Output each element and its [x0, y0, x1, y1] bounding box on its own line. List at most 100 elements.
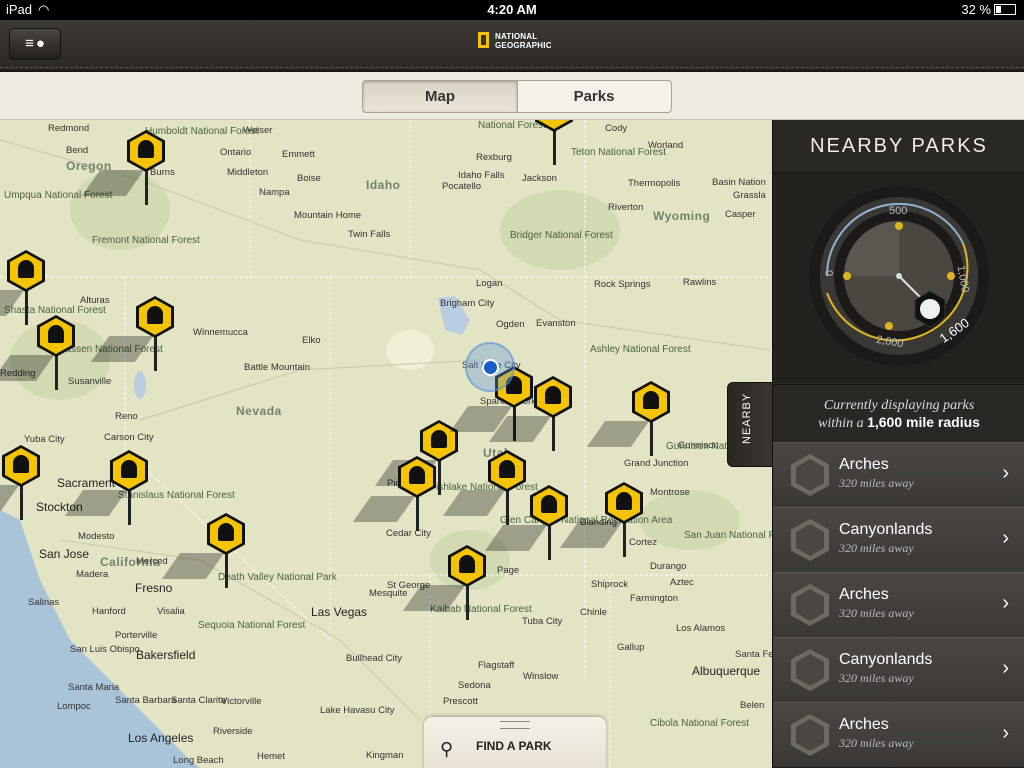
city-label: Boise — [297, 173, 321, 184]
nearby-toggle-tab[interactable]: NEARBY — [727, 382, 775, 467]
park-name: Arches — [839, 716, 889, 733]
city-label: Casper — [725, 209, 756, 220]
park-name: Arches — [839, 586, 889, 603]
city-label: Farmington — [630, 593, 679, 604]
city-label: Fresno — [135, 581, 173, 595]
city-label: Yuba City — [24, 434, 65, 445]
tab-map[interactable]: Map — [363, 81, 518, 112]
park-pin[interactable] — [81, 130, 171, 205]
city-label: Santa Barbara — [115, 695, 177, 706]
menu-icon: ≡ — [25, 35, 34, 52]
find-a-park-button[interactable]: ⚲ FIND A PARK — [424, 717, 606, 768]
radius-description: Currently displaying parks within a 1,60… — [773, 384, 1024, 442]
logo-text-1: NATIONAL — [495, 32, 538, 41]
city-label: San Luis Obispo — [70, 644, 140, 655]
city-label: Twin Falls — [348, 229, 391, 240]
city-label: Merced — [136, 556, 168, 567]
panel-title: NEARBY PARKS — [773, 120, 1024, 173]
park-pin[interactable] — [161, 513, 251, 588]
radius-dial[interactable]: 500 0 1,000 2,000 1,600 — [773, 173, 1024, 383]
current-location-indicator — [465, 342, 515, 392]
nearby-tab-label: NEARBY — [741, 392, 753, 444]
city-label: Los Angeles — [128, 731, 194, 745]
city-label: Riverside — [213, 726, 253, 737]
city-label: Emmett — [282, 149, 315, 160]
park-pin[interactable] — [0, 250, 51, 325]
radius-value: 1,600 mile radius — [867, 414, 980, 430]
city-label: Santa Maria — [68, 682, 120, 693]
chevron-right-icon: › — [1002, 462, 1009, 484]
park-pin[interactable] — [0, 315, 81, 390]
nearby-park-row[interactable]: Canyonlands 320 miles away › — [773, 637, 1024, 703]
city-label: Middleton — [227, 167, 269, 178]
city-label: Visalia — [157, 606, 185, 617]
chevron-right-icon: › — [1002, 722, 1009, 744]
state-label: Nevada — [236, 404, 282, 418]
park-area-label: Cibola National Forest — [650, 718, 749, 729]
city-label: Porterville — [115, 630, 158, 641]
park-area-label: Umpqua National Forest — [4, 190, 113, 201]
city-label: Lompoc — [57, 701, 91, 712]
city-label: Gallup — [617, 642, 645, 653]
park-pin[interactable] — [533, 120, 579, 165]
city-label: Winnemucca — [193, 327, 248, 338]
user-icon: ● — [35, 35, 45, 52]
battery-percent: 32 % — [961, 2, 991, 17]
park-distance: 320 miles away — [839, 606, 914, 620]
chevron-right-icon: › — [1002, 592, 1009, 614]
city-label: Madera — [76, 569, 109, 580]
map-parks-segmented-control: Map Parks — [362, 80, 672, 113]
city-label: Evanston — [536, 318, 576, 329]
city-label: Redmond — [48, 123, 90, 134]
park-pin[interactable] — [559, 482, 649, 557]
nearby-park-row[interactable]: Arches 320 miles away › — [773, 572, 1024, 638]
park-pin[interactable] — [90, 296, 180, 371]
city-label: San Jose — [39, 547, 90, 561]
park-pin[interactable] — [352, 456, 442, 531]
city-label: Grand Junction — [624, 458, 689, 469]
park-area-label: Bridger National Forest — [510, 230, 613, 241]
drag-handle-icon[interactable] — [500, 721, 530, 729]
menu-user-button[interactable]: ≡ ● — [9, 28, 61, 60]
nearby-parks-panel: NEARBY PARKS 500 0 1,000 2,000 1,600 Cur… — [772, 120, 1024, 768]
park-pin[interactable] — [488, 376, 578, 451]
park-area-label: San Juan National Forest — [684, 530, 772, 541]
park-pin[interactable] — [64, 450, 154, 525]
city-label: Nampa — [259, 187, 290, 198]
chevron-right-icon: › — [1002, 657, 1009, 679]
park-pin[interactable] — [402, 545, 492, 620]
park-name: Canyonlands — [839, 521, 933, 538]
stitch-divider — [0, 67, 1024, 68]
park-pin[interactable] — [442, 450, 532, 525]
park-area-label: Teton National Forest — [571, 147, 667, 158]
city-label: Tuba City — [522, 616, 563, 627]
city-label: Santa Clarita — [171, 695, 226, 706]
city-label: Thermopolis — [628, 178, 681, 189]
tab-parks[interactable]: Parks — [517, 81, 671, 112]
park-distance: 320 miles away — [839, 671, 914, 685]
state-label: Idaho — [366, 178, 401, 192]
park-pin[interactable] — [484, 485, 574, 560]
park-area-label: Ashley National Forest — [590, 344, 691, 355]
park-area-label: Fremont National Forest — [92, 235, 200, 246]
nearby-park-row[interactable]: Canyonlands 320 miles away › — [773, 507, 1024, 573]
status-bar: iPad ◠ 4:20 AM 32 % — [0, 0, 1024, 20]
radius-line2-prefix: within a — [818, 416, 864, 431]
city-label: Jackson — [522, 173, 557, 184]
city-label: Santa Fe — [735, 649, 772, 660]
city-label: Grassla — [733, 190, 766, 201]
map-view[interactable]: Oregon Idaho Wyoming Nevada California U… — [0, 120, 772, 768]
city-label: Rock Springs — [594, 279, 651, 290]
nearby-park-row[interactable]: Arches 320 miles away › — [773, 442, 1024, 508]
park-hex-icon — [791, 584, 829, 626]
search-icon: ⚲ — [440, 739, 454, 759]
park-pin[interactable] — [0, 445, 46, 520]
nearby-park-row[interactable]: Arches 320 miles away › — [773, 702, 1024, 768]
city-label: Rawlins — [683, 277, 717, 288]
city-label: Flagstaff — [478, 660, 515, 671]
park-pin[interactable] — [586, 381, 676, 456]
city-label: Belen — [740, 700, 765, 711]
city-label: Rexburg — [476, 152, 512, 163]
park-hex-icon — [791, 519, 829, 561]
city-label: Victorville — [221, 696, 262, 707]
